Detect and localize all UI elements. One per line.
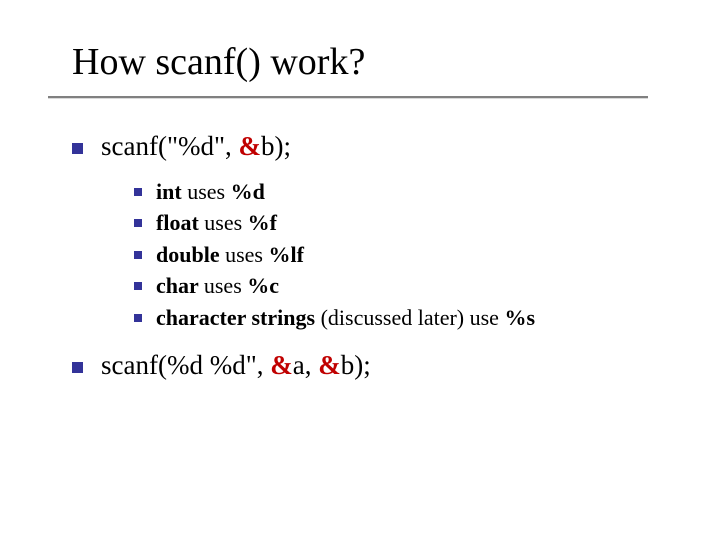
ampersand: & xyxy=(318,350,341,380)
square-bullet-icon xyxy=(72,362,83,373)
format-float: float uses %f xyxy=(156,209,277,237)
square-bullet-icon xyxy=(72,143,83,154)
list-item: double uses %lf xyxy=(134,241,692,269)
text: (discussed later) use xyxy=(321,305,505,330)
square-bullet-icon xyxy=(134,219,142,227)
type: float xyxy=(156,210,204,235)
text: b); xyxy=(261,131,291,161)
spec: %lf xyxy=(268,242,303,267)
square-bullet-icon xyxy=(134,188,142,196)
page-title: How scanf() work? xyxy=(72,40,365,84)
list-item: float uses %f xyxy=(134,209,692,237)
title-underline xyxy=(48,96,648,98)
list-item: char uses %c xyxy=(134,272,692,300)
list-item: int uses %d xyxy=(134,178,692,206)
format-double: double uses %lf xyxy=(156,241,304,269)
ampersand: & xyxy=(239,131,262,161)
scanf-double-example: scanf(%d %d", &a, &b); xyxy=(101,349,371,383)
spec: %d xyxy=(231,179,265,204)
list-item: scanf(%d %d", &a, &b); xyxy=(72,349,692,383)
text: scanf("%d", xyxy=(101,131,239,161)
list-item: scanf("%d", &b); xyxy=(72,130,692,164)
square-bullet-icon xyxy=(134,251,142,259)
type: int xyxy=(156,179,187,204)
type: character strings xyxy=(156,305,321,330)
text: uses xyxy=(204,273,247,298)
format-char: char uses %c xyxy=(156,272,279,300)
ampersand: & xyxy=(270,350,293,380)
spec: %f xyxy=(248,210,277,235)
slide: How scanf() work? scanf("%d", &b); int u… xyxy=(0,0,720,540)
text: scanf(%d %d", xyxy=(101,350,270,380)
text: uses xyxy=(204,210,247,235)
type: char xyxy=(156,273,204,298)
text: b); xyxy=(341,350,371,380)
text: a, xyxy=(293,350,318,380)
text: uses xyxy=(225,242,268,267)
format-string: character strings (discussed later) use … xyxy=(156,304,535,332)
format-spec-sublist: int uses %d float uses %f double uses %l… xyxy=(134,178,692,332)
square-bullet-icon xyxy=(134,314,142,322)
slide-body: scanf("%d", &b); int uses %d float uses … xyxy=(72,130,692,397)
format-int: int uses %d xyxy=(156,178,265,206)
square-bullet-icon xyxy=(134,282,142,290)
list-item: character strings (discussed later) use … xyxy=(134,304,692,332)
spec: %c xyxy=(247,273,279,298)
scanf-single-example: scanf("%d", &b); xyxy=(101,130,291,164)
spec: %s xyxy=(504,305,535,330)
type: double xyxy=(156,242,225,267)
text: uses xyxy=(187,179,230,204)
